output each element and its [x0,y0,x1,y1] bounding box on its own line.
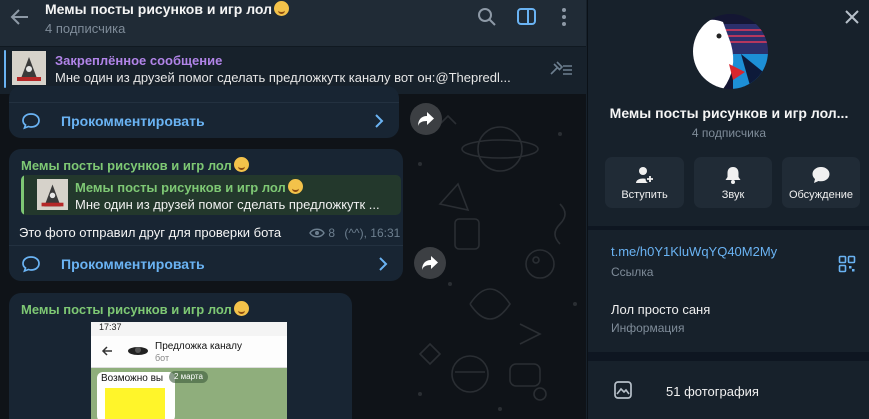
quote-indicator [21,175,24,215]
channel-link-caption: Ссылка [611,265,654,279]
qr-code-icon[interactable] [838,255,856,273]
phone-yellow-image [105,388,165,419]
chat-area: Мемы посты рисунков и игр лол 4 подписчи… [0,0,586,419]
section-divider [588,226,869,230]
comment-icon [22,256,40,273]
discussion-button[interactable]: Обсуждение [782,157,860,208]
more-menu-icon[interactable] [553,6,575,28]
message-bubble: Мемы посты рисунков и игр лол Мемы посты… [9,149,403,281]
phone-message: Возможно вы [97,372,175,419]
post-author[interactable]: Мемы посты рисунков и игр лол [21,157,249,173]
comment-icon [22,113,40,130]
message-meta: 8 (^^), 16:31 [309,226,400,240]
pinned-indicator [4,50,6,88]
channel-info-panel: Мемы посты рисунков и игр лол... 4 подпи… [587,0,869,419]
phone-chat-sub: бот [155,353,170,363]
unpin-list-icon[interactable] [548,60,574,78]
channel-about-caption: Информация [611,321,685,335]
phone-bot-avatar-icon [128,347,148,355]
join-button[interactable]: Вступить [605,157,684,208]
channel-link[interactable]: t.me/h0Y1KluWqYQ40M2My [611,244,777,259]
photo-screenshot[interactable]: 17:37 Предложка каналу бот Возможно вы 2… [91,322,287,419]
smile-emoji-icon [274,1,290,16]
smile-emoji-icon [233,301,249,316]
sound-button[interactable]: Звук [694,157,772,208]
message-text: Это фото отправил друг для проверки бота [19,225,282,240]
channel-title: Мемы посты рисунков и игр лол... [609,105,849,121]
channel-about: Лол просто саня [611,302,711,317]
close-icon[interactable] [843,8,861,26]
phone-back-icon [101,346,112,356]
smile-emoji-icon [233,157,249,172]
phone-status-bar: 17:37 [91,322,287,336]
chat-title[interactable]: Мемы посты рисунков и игр лол [45,1,290,17]
views-eye-icon [309,228,325,238]
section-divider [588,352,869,361]
message-bubble: Мемы посты рисунков и игр лол 17:37 Пред… [9,293,352,419]
channel-subscribers: 4 подписчика [691,126,767,140]
quote-text: Мне один из друзей помог сделать предлож… [75,197,380,212]
pinned-text: Мне один из друзей помог сделать предлож… [55,70,511,85]
bell-icon [725,167,741,184]
channel-avatar[interactable] [693,14,768,89]
message-bubble: Прокомментировать [9,86,399,138]
phone-chat-title: Предложка каналу [155,341,243,352]
smile-emoji-icon [287,179,303,194]
chevron-right-icon [375,114,384,128]
reply-quote[interactable]: Мемы посты рисунков и игр лол Мне один и… [21,175,401,215]
share-arrow-icon [422,256,438,270]
comment-row[interactable]: Прокомментировать [9,245,403,281]
phone-date-badge: 2 марта [169,371,208,383]
pinned-thumbnail [12,51,46,85]
chat-subscribers: 4 подписчика [45,21,126,36]
share-arrow-icon [418,112,434,126]
share-button[interactable] [414,247,446,279]
comment-label: Прокомментировать [61,256,205,272]
photo-icon [614,381,632,399]
comment-row[interactable]: Прокомментировать [9,102,399,138]
signature-time: (^^), 16:31 [344,226,401,240]
comment-label: Прокомментировать [61,113,205,129]
quote-thumbnail [37,179,68,210]
add-user-icon [635,167,654,184]
search-icon[interactable] [476,6,498,28]
share-button[interactable] [410,103,442,135]
pinned-title: Закреплённое сообщение [55,53,223,68]
chevron-right-icon [379,257,388,271]
chat-header: Мемы посты рисунков и игр лол 4 подписчи… [0,0,586,46]
photos-count: 51 фотография [666,384,759,399]
quote-author: Мемы посты рисунков и игр лол [75,179,303,195]
post-author[interactable]: Мемы посты рисунков и игр лол [21,301,249,317]
back-arrow-icon[interactable] [8,5,32,29]
sidebar-toggle-icon[interactable] [516,6,538,28]
chat-icon [812,167,830,183]
phone-chat-header: Предложка каналу бот [91,336,287,368]
views-count: 8 [328,226,336,240]
